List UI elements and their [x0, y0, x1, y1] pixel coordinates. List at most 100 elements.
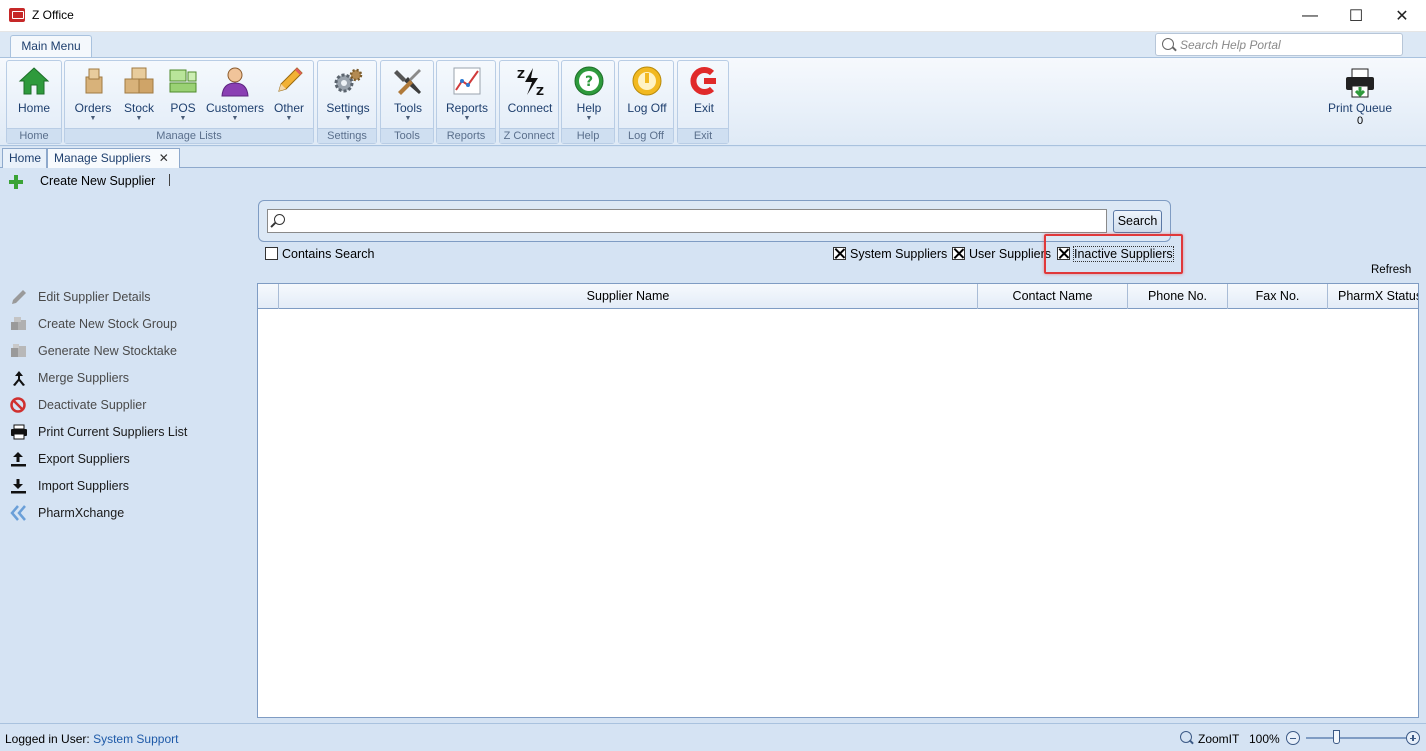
grid-header: Supplier Name Contact Name Phone No. Fax…: [258, 284, 1418, 309]
ribbon-group-label: Tools: [381, 128, 433, 143]
stock-group-icon: [10, 316, 28, 332]
tools-button[interactable]: Tools ▼: [383, 65, 433, 123]
tab-manage-suppliers[interactable]: Manage Suppliers ✕: [47, 148, 180, 168]
svg-text:Z: Z: [536, 85, 544, 97]
zoom-percentage: 100%: [1249, 732, 1280, 746]
print-queue-button[interactable]: Print Queue 0: [1320, 67, 1400, 127]
help-button-label: Help: [576, 101, 602, 115]
zoom-in-button[interactable]: [1406, 731, 1420, 745]
pencil-icon: [10, 289, 28, 305]
tools-button-label: Tools: [393, 101, 422, 115]
help-search-box[interactable]: [1155, 33, 1403, 56]
zoom-icon: [1180, 731, 1192, 743]
tab-main-menu[interactable]: Main Menu: [10, 35, 92, 57]
dropdown-arrow-icon: ▼: [285, 115, 293, 122]
connect-button[interactable]: ZZ Connect: [502, 65, 558, 115]
help-search-input[interactable]: [1180, 36, 1398, 53]
prohibited-icon: [10, 397, 28, 413]
maximize-button[interactable]: ☐: [1333, 0, 1379, 32]
action-label: Generate New Stocktake: [38, 344, 177, 358]
action-label: Create New Stock Group: [38, 317, 177, 331]
window-title: Z Office: [32, 8, 74, 22]
orders-button-label: Orders: [74, 101, 112, 115]
close-window-button[interactable]: ✕: [1379, 0, 1425, 32]
merge-suppliers-action[interactable]: Merge Suppliers: [10, 368, 250, 388]
print-suppliers-list-action[interactable]: Print Current Suppliers List: [10, 422, 250, 442]
edit-supplier-details-action[interactable]: Edit Supplier Details: [10, 287, 250, 307]
toolbar-divider: [169, 174, 170, 186]
suppliers-grid[interactable]: Supplier Name Contact Name Phone No. Fax…: [257, 283, 1419, 718]
connect-icon: ZZ: [514, 65, 546, 98]
grid-header-pharmx-status[interactable]: PharmX Status: [1328, 284, 1418, 309]
printer-icon: [1344, 67, 1376, 99]
customers-button[interactable]: Customers ▼: [205, 65, 265, 123]
grid-header-supplier-name[interactable]: Supplier Name: [279, 284, 978, 309]
refresh-link[interactable]: Refresh: [1371, 264, 1411, 276]
dropdown-arrow-icon: ▼: [135, 115, 143, 122]
ribbon-group-exit: Exit Exit: [677, 60, 729, 144]
supplier-search-input[interactable]: [267, 209, 1107, 233]
plus-icon: [8, 174, 24, 190]
search-button[interactable]: Search: [1113, 210, 1162, 233]
deactivate-supplier-action[interactable]: Deactivate Supplier: [10, 395, 250, 415]
system-suppliers-checkbox[interactable]: System Suppliers: [833, 247, 947, 261]
chart-icon: [451, 65, 483, 97]
ribbon-group-z-connect: ZZ Connect Z Connect: [499, 60, 559, 144]
dropdown-arrow-icon: ▼: [344, 115, 352, 122]
ribbon-group-reports: Reports ▼ Reports: [436, 60, 496, 144]
ribbon-group-label: Home: [7, 128, 61, 143]
grid-header-select[interactable]: [258, 284, 279, 309]
orders-button[interactable]: Orders ▼: [69, 65, 117, 123]
other-button[interactable]: Other ▼: [267, 65, 311, 123]
ribbon-group-label: Help: [562, 128, 614, 143]
logged-in-label: Logged in User:: [5, 732, 90, 746]
print-queue-label: Print Queue: [1327, 101, 1393, 115]
import-icon: [10, 478, 28, 494]
dropdown-arrow-icon: ▼: [585, 115, 593, 122]
tab-home[interactable]: Home: [2, 148, 47, 168]
logged-in-user-name: System Support: [93, 732, 179, 746]
dropdown-arrow-icon: ▼: [463, 115, 471, 122]
grid-header-fax-no[interactable]: Fax No.: [1228, 284, 1328, 309]
settings-button[interactable]: Settings ▼: [320, 65, 376, 123]
home-button[interactable]: Home: [9, 65, 59, 115]
pos-button-label: POS: [170, 101, 196, 115]
home-icon: [18, 65, 50, 97]
ribbon-group-label: Settings: [318, 128, 376, 143]
status-bar: Logged in User: System Support ZoomIT 10…: [0, 723, 1426, 751]
ribbon-group-home: Home Home: [6, 60, 62, 144]
user-suppliers-checkbox[interactable]: User Suppliers: [952, 247, 1051, 261]
pos-button[interactable]: POS ▼: [161, 65, 205, 123]
exit-icon: [688, 65, 720, 97]
ribbon-group-tools: Tools ▼ Tools: [380, 60, 434, 144]
dropdown-arrow-icon: ▼: [404, 115, 412, 122]
ribbon-group-label: Z Connect: [500, 128, 558, 143]
ribbon-group-label: Manage Lists: [65, 128, 313, 143]
action-label: Merge Suppliers: [38, 371, 130, 385]
zoom-slider-track[interactable]: [1306, 737, 1406, 739]
close-tab-icon[interactable]: ✕: [159, 151, 169, 165]
tab-manage-suppliers-label: Manage Suppliers: [54, 151, 151, 165]
search-icon: [1162, 38, 1174, 50]
ribbon-group-manage-lists: Orders ▼ Stock ▼ POS ▼ Customers ▼ Other…: [64, 60, 314, 144]
stocktake-icon: [10, 343, 28, 359]
create-new-stock-group-action[interactable]: Create New Stock Group: [10, 314, 250, 334]
generate-new-stocktake-action[interactable]: Generate New Stocktake: [10, 341, 250, 361]
grid-header-phone-no[interactable]: Phone No.: [1128, 284, 1228, 309]
zoom-slider-thumb[interactable]: [1333, 730, 1340, 744]
minimize-button[interactable]: —: [1287, 0, 1333, 32]
stock-button[interactable]: Stock ▼: [117, 65, 161, 123]
contains-search-checkbox[interactable]: Contains Search: [265, 247, 374, 261]
action-label: PharmXchange: [38, 506, 125, 520]
log-off-button[interactable]: Log Off: [621, 65, 673, 115]
exit-button[interactable]: Exit: [680, 65, 728, 115]
export-icon: [10, 451, 28, 467]
pharmxchange-action[interactable]: PharmXchange: [10, 503, 250, 523]
export-suppliers-action[interactable]: Export Suppliers: [10, 449, 250, 469]
reports-button-label: Reports: [445, 101, 489, 115]
help-button[interactable]: ? Help ▼: [564, 65, 614, 123]
import-suppliers-action[interactable]: Import Suppliers: [10, 476, 250, 496]
zoom-out-button[interactable]: [1286, 731, 1300, 745]
grid-header-contact-name[interactable]: Contact Name: [978, 284, 1128, 309]
reports-button[interactable]: Reports ▼: [439, 65, 495, 123]
